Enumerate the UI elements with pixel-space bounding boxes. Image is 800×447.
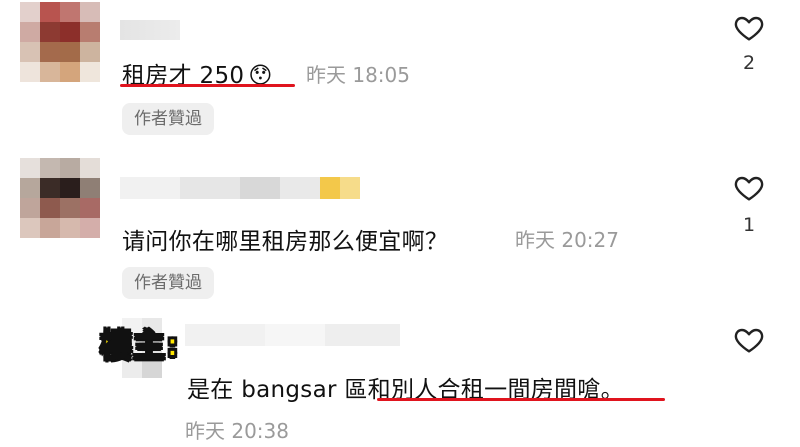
comment-text-plain: 是在 bangsar 區 xyxy=(187,377,368,403)
username-blurred[interactable] xyxy=(120,20,180,40)
comment-text: 请问你在哪里租房那么便宜啊？ xyxy=(122,229,449,255)
comment-2: 请问你在哪里租房那么便宜啊？ 昨天 20:27 作者贊過 1 xyxy=(0,150,800,300)
heart-outline-icon[interactable] xyxy=(732,172,766,204)
comment-3-reply: 樓主: 是在 bangsar 區和別人合租一間房間嗆。 昨天 20:38 xyxy=(0,300,800,447)
op-label: 樓主: xyxy=(99,325,180,365)
heart-outline-icon[interactable] xyxy=(732,324,766,356)
author-liked-badge: 作者贊過 xyxy=(122,267,214,299)
username-blurred[interactable] xyxy=(120,177,360,199)
like-count: 1 xyxy=(742,214,756,236)
comment-timestamp: 昨天 20:38 xyxy=(185,419,289,443)
avatar-blurred[interactable] xyxy=(20,158,100,238)
avatar-blurred[interactable] xyxy=(20,2,100,82)
username-blurred[interactable] xyxy=(185,324,400,346)
heart-outline-icon[interactable] xyxy=(732,12,766,44)
comment-timestamp: 昨天 18:05 xyxy=(306,63,410,87)
highlight-underline xyxy=(120,84,295,87)
author-liked-badge: 作者贊過 xyxy=(122,103,214,135)
comment-timestamp: 昨天 20:27 xyxy=(515,228,619,252)
highlight-underline xyxy=(377,398,665,401)
comment-1: 租房才 250 😯 昨天 18:05 作者贊過 2 xyxy=(0,0,800,145)
like-count: 2 xyxy=(742,52,756,74)
